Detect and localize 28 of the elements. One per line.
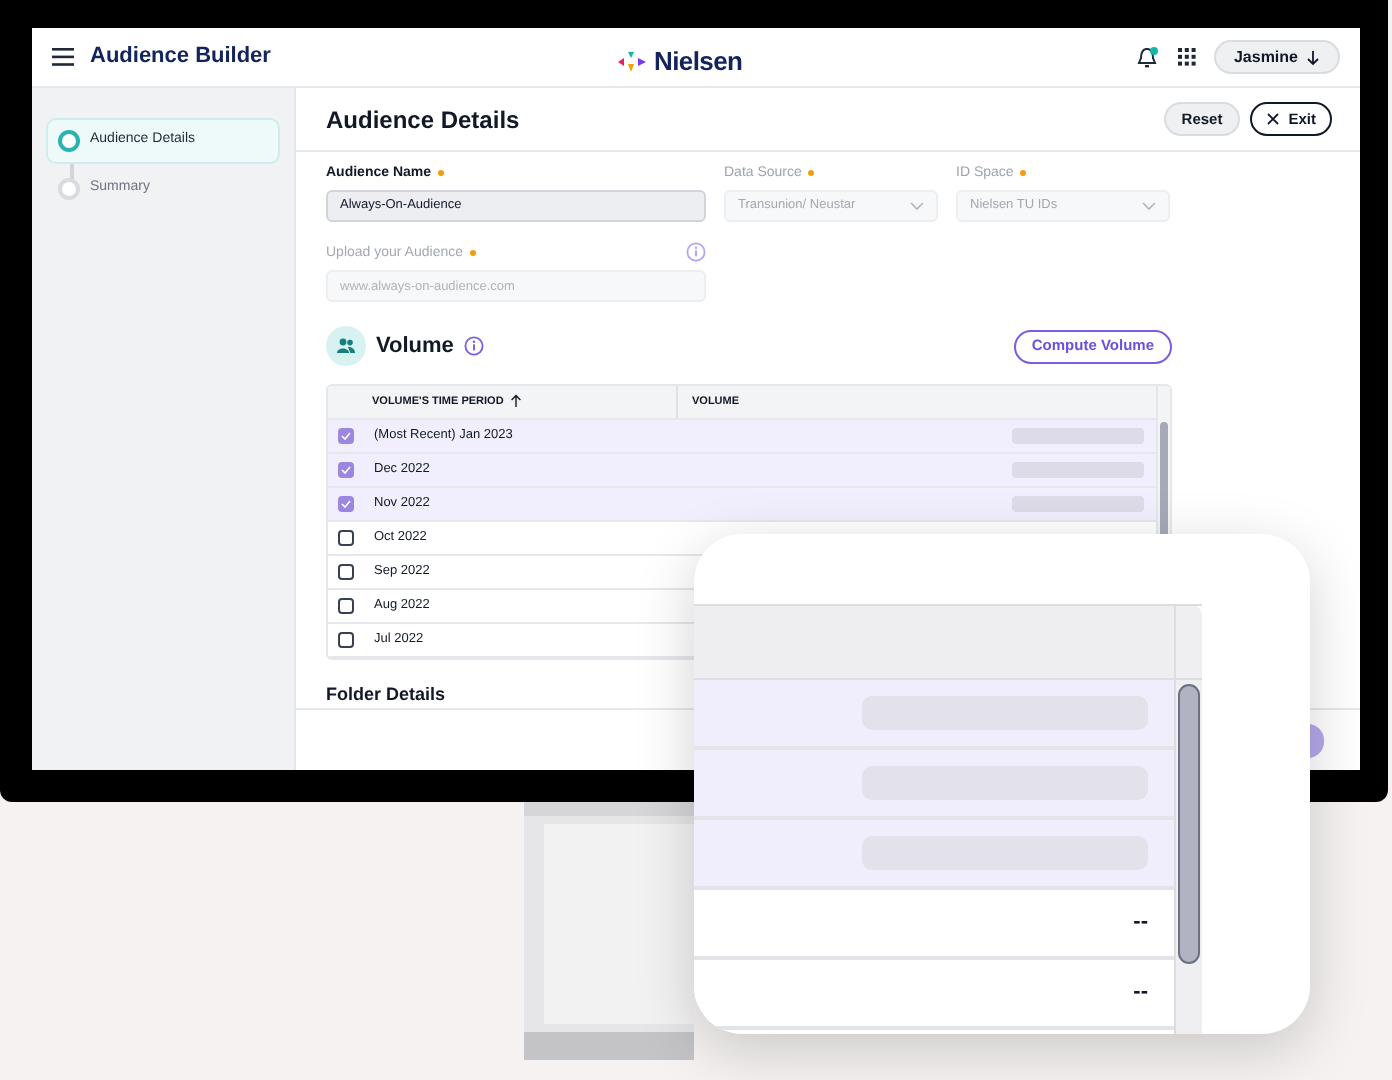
table-cell-text: --	[1133, 908, 1148, 939]
section-heading: Folder Details	[326, 681, 448, 707]
table-cell-text: --	[1133, 978, 1148, 1009]
checkbox[interactable]	[337, 495, 353, 511]
loading-bar	[1012, 495, 1144, 511]
checkbox[interactable]	[337, 631, 353, 647]
info-icon[interactable]	[463, 336, 484, 356]
bell-icon[interactable]	[1135, 45, 1160, 69]
arrow-down-icon	[1306, 49, 1320, 65]
logo-icon	[618, 51, 646, 72]
checkbox[interactable]	[337, 597, 353, 613]
logo-text: Nielsen	[654, 44, 743, 80]
section-title: Volume	[376, 331, 454, 362]
checkbox[interactable]	[337, 461, 353, 477]
user-menu-button[interactable]: Jasmine	[1213, 40, 1340, 74]
menu-icon[interactable]	[52, 48, 74, 66]
apps-grid-icon[interactable]	[1177, 48, 1196, 66]
people-icon	[326, 326, 366, 366]
checkbox[interactable]	[337, 427, 353, 443]
scrollbar-thumb[interactable]	[1178, 684, 1200, 964]
chevron-down-icon	[910, 202, 924, 210]
checkbox[interactable]	[337, 563, 353, 579]
app-title: Audience Builder	[90, 42, 271, 73]
checkbox[interactable]	[337, 529, 353, 545]
close-icon	[1266, 112, 1281, 126]
page-title: Audience Details	[326, 103, 520, 137]
chevron-down-icon	[1142, 202, 1156, 210]
sort-arrow-up-icon	[509, 394, 522, 409]
